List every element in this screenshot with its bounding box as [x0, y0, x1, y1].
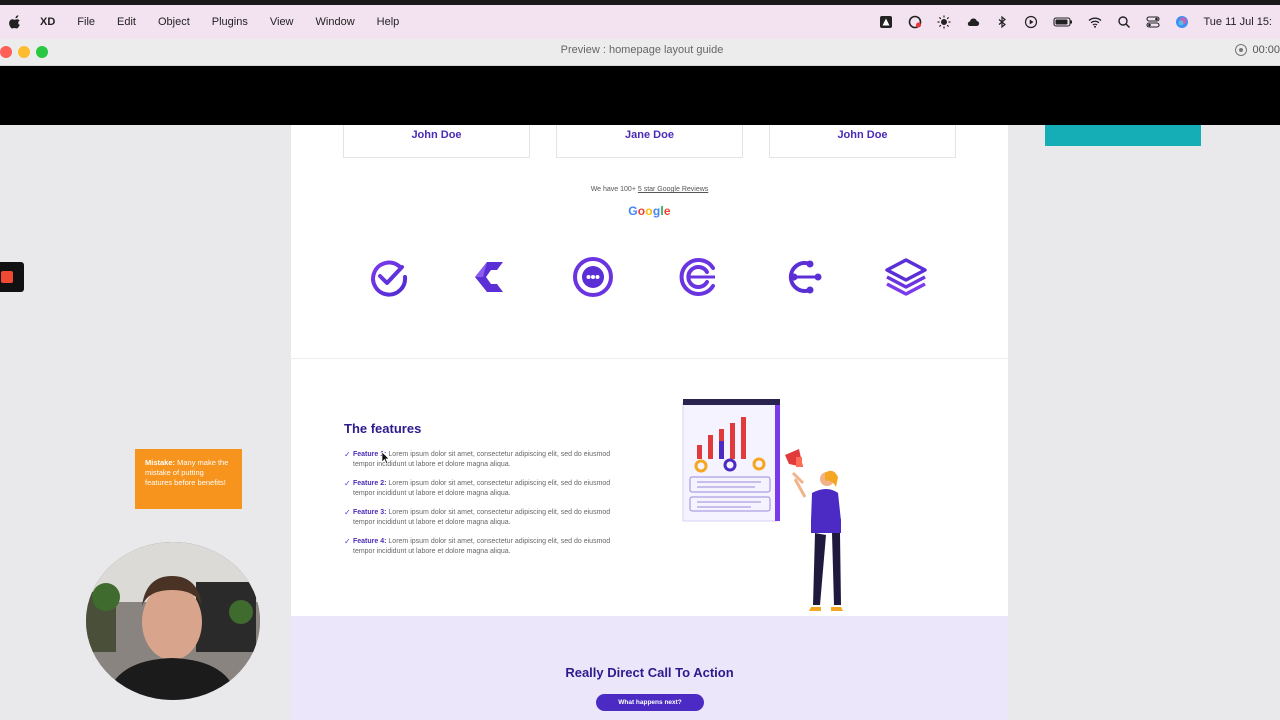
- feature-item: ✓ Feature 4: Lorem ipsum dolor sit amet,…: [344, 537, 624, 556]
- recording-time-text: 00:00: [1252, 44, 1280, 56]
- cloud-sync-icon[interactable]: [966, 15, 980, 29]
- section-divider: [291, 358, 1008, 359]
- feature-label: Feature 2:: [353, 480, 387, 487]
- adobe-triangle-icon[interactable]: [879, 15, 893, 29]
- reviewer-name: John Doe: [411, 129, 462, 141]
- teal-artboard-element: [1045, 125, 1201, 146]
- reviewer-name: Jane Doe: [625, 129, 674, 141]
- siri-icon[interactable]: [1175, 15, 1189, 29]
- marketing-illustration: [682, 399, 843, 611]
- play-circle-icon[interactable]: [1024, 15, 1038, 29]
- reviewer-name: John Doe: [837, 129, 888, 141]
- node-c-logo-icon: [788, 260, 822, 294]
- check-icon: ✓: [344, 508, 351, 517]
- google-letter: G: [628, 204, 638, 218]
- wifi-icon[interactable]: [1088, 15, 1102, 29]
- presenter-video-frame: [86, 542, 260, 700]
- menubar-clock[interactable]: Tue 11 Jul 15:: [1204, 16, 1273, 28]
- menu-edit[interactable]: Edit: [117, 16, 136, 28]
- check-icon: ✓: [344, 450, 351, 459]
- google-letter: e: [663, 204, 671, 218]
- circle-c-logo-icon: [679, 258, 715, 296]
- menu-file[interactable]: File: [77, 16, 95, 28]
- menu-app-xd[interactable]: XD: [40, 16, 55, 28]
- google-logo: Google: [291, 204, 1008, 218]
- recording-stop-tab[interactable]: [0, 262, 24, 292]
- record-icon: [1235, 44, 1248, 56]
- review-card: John Doe: [343, 125, 530, 158]
- preview-header-strip: [0, 66, 1280, 125]
- feature-text: Lorem ipsum dolor sit amet, consectetur …: [353, 451, 611, 468]
- feature-label: Feature 4:: [353, 538, 387, 545]
- brightness-icon[interactable]: [937, 15, 951, 29]
- cta-heading: Really Direct Call To Action: [565, 665, 734, 680]
- check-icon: ✓: [344, 479, 351, 488]
- review-card: Jane Doe: [556, 125, 743, 158]
- annotation-label: Mistake:: [145, 458, 176, 467]
- creative-cloud-icon[interactable]: [908, 15, 922, 29]
- battery-icon[interactable]: [1052, 15, 1073, 29]
- control-center-icon[interactable]: [1145, 15, 1160, 29]
- google-letter: o: [645, 204, 653, 218]
- homepage-artboard[interactable]: John Doe Jane Doe John Doe We have 100+ …: [291, 125, 1008, 720]
- menu-bar: XD File Edit Object Plugins View Window …: [0, 0, 1280, 39]
- feature-text: Lorem ipsum dolor sit amet, consectetur …: [353, 538, 611, 555]
- recording-timer[interactable]: 00:00: [1235, 44, 1280, 56]
- chevron-c-logo-icon: [475, 262, 503, 292]
- mistake-annotation-note[interactable]: Mistake: Many make the mistake of puttin…: [135, 449, 242, 509]
- search-icon[interactable]: [1117, 15, 1131, 29]
- menu-view[interactable]: View: [270, 16, 294, 28]
- feature-item: ✓ Feature 3: Lorem ipsum dolor sit amet,…: [344, 508, 624, 527]
- menu-object[interactable]: Object: [158, 16, 190, 28]
- presenter-webcam: [86, 542, 260, 700]
- menu-window[interactable]: Window: [316, 16, 355, 28]
- features-heading: The features: [344, 421, 422, 436]
- what-happens-next-button[interactable]: What happens next?: [596, 694, 704, 711]
- feature-text: Lorem ipsum dolor sit amet, consectetur …: [353, 480, 611, 497]
- preview-window-titlebar: Preview : homepage layout guide 00:00: [0, 39, 1280, 66]
- window-title: Preview : homepage layout guide: [560, 44, 724, 56]
- menu-plugins[interactable]: Plugins: [212, 16, 248, 28]
- bluetooth-icon[interactable]: [995, 15, 1009, 29]
- review-card: John Doe: [769, 125, 956, 158]
- mouse-cursor-icon: [382, 452, 390, 464]
- menu-help[interactable]: Help: [377, 16, 400, 28]
- apple-icon[interactable]: [8, 15, 22, 29]
- feature-text: Lorem ipsum dolor sit amet, consectetur …: [353, 509, 611, 526]
- reviews-text-prefix: We have 100+: [590, 186, 638, 193]
- google-reviews-statement: We have 100+ 5 star Google Reviews: [291, 186, 1008, 193]
- feature-label: Feature 3:: [353, 509, 387, 516]
- target-dots-logo-icon: [573, 257, 613, 297]
- reviews-link[interactable]: 5 star Google Reviews: [638, 186, 708, 193]
- check-circle-logo-icon: [371, 260, 408, 297]
- check-icon: ✓: [344, 537, 351, 546]
- stacked-layers-logo-icon: [885, 258, 927, 296]
- feature-item: ✓ Feature 2: Lorem ipsum dolor sit amet,…: [344, 479, 624, 498]
